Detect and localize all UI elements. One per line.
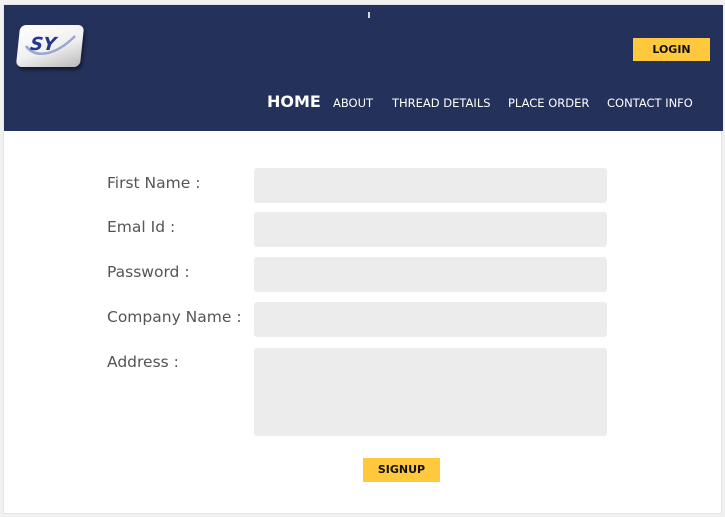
login-button[interactable]: LOGIN <box>633 38 710 61</box>
svg-text:SY: SY <box>29 34 59 55</box>
address-label: Address : <box>107 353 179 371</box>
password-label: Password : <box>107 263 190 281</box>
signup-button[interactable]: SIGNUP <box>363 458 440 482</box>
address-field[interactable] <box>254 348 607 436</box>
main-nav: HOME ABOUT THREAD DETAILS PLACE ORDER CO… <box>4 92 723 115</box>
nav-thread-details[interactable]: THREAD DETAILS <box>392 93 491 113</box>
password-field[interactable] <box>254 257 607 292</box>
site-header: SY LOGIN HOME ABOUT THREAD DETAILS PLACE… <box>4 5 723 131</box>
first-name-field[interactable] <box>254 168 607 203</box>
nav-place-order[interactable]: PLACE ORDER <box>508 93 589 113</box>
company-name-field[interactable] <box>254 302 607 337</box>
nav-about[interactable]: ABOUT <box>333 93 373 113</box>
nav-contact-info[interactable]: CONTACT INFO <box>607 93 693 113</box>
page-frame: SY LOGIN HOME ABOUT THREAD DETAILS PLACE… <box>3 4 723 514</box>
email-label: Emal Id : <box>107 218 176 236</box>
email-field[interactable] <box>254 212 607 247</box>
site-logo[interactable]: SY <box>15 25 85 67</box>
nav-home[interactable]: HOME <box>267 92 321 112</box>
company-name-label: Company Name : <box>107 308 242 326</box>
first-name-label: First Name : <box>107 174 201 192</box>
header-marker <box>368 12 370 18</box>
logo-icon: SY <box>24 34 76 55</box>
